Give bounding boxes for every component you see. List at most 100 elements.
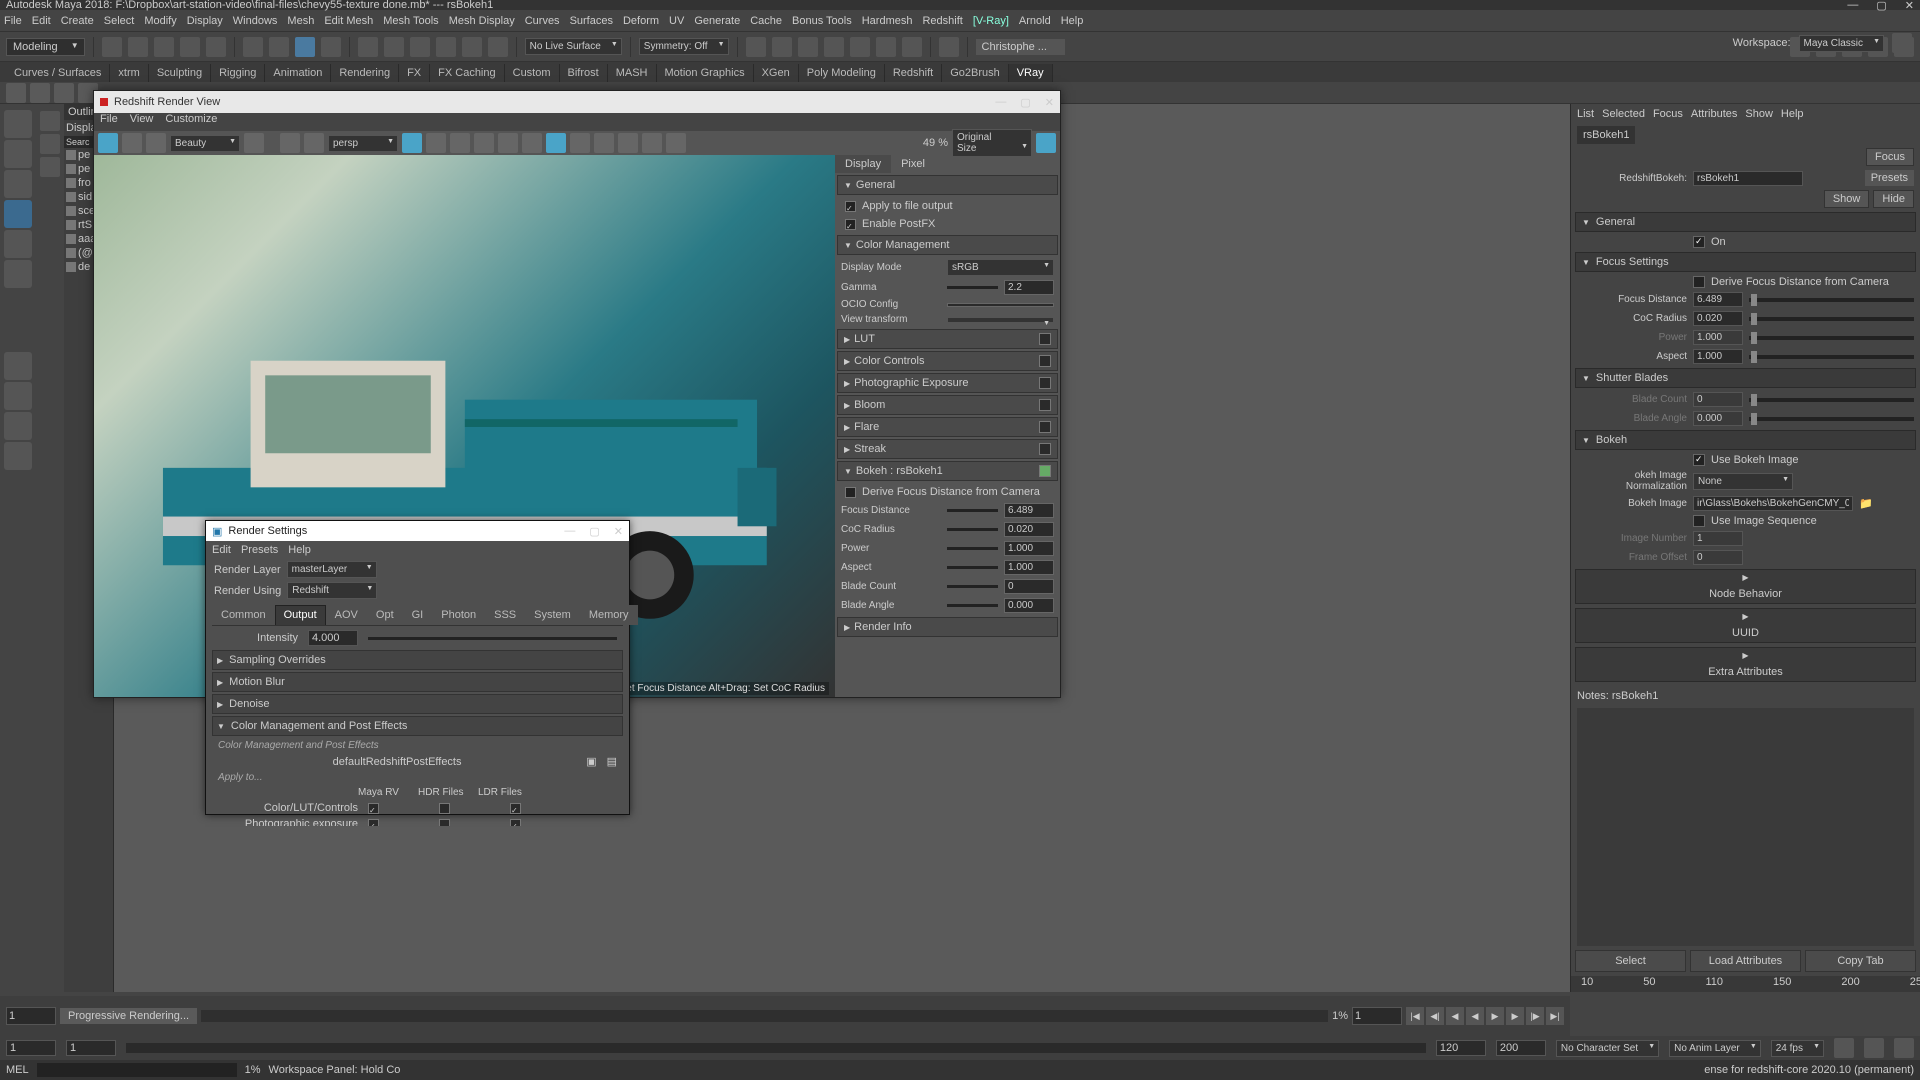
shelf-icon-1[interactable] <box>6 83 26 103</box>
play-back-icon[interactable]: ◀ <box>1466 1007 1484 1025</box>
layout-two-icon[interactable] <box>4 412 32 440</box>
rs-edit[interactable]: Edit <box>212 544 231 556</box>
sel-icon-4[interactable] <box>321 37 341 57</box>
rv-apply-file-ck[interactable] <box>845 201 856 212</box>
ae-fd-input[interactable] <box>1693 292 1743 307</box>
snap-curve-icon[interactable] <box>384 37 404 57</box>
rv-sec-pe[interactable]: Photographic Exposure <box>837 373 1058 393</box>
layout-four-icon[interactable] <box>4 382 32 410</box>
ae-nodename-input[interactable] <box>1693 171 1803 186</box>
shelf-render[interactable]: Rendering <box>331 64 399 82</box>
rs-end[interactable] <box>1496 1040 1546 1056</box>
ae-attributes[interactable]: Attributes <box>1691 108 1737 120</box>
rs-max-icon[interactable]: ▢ <box>589 525 599 538</box>
ae-asp-slider[interactable] <box>1749 355 1914 359</box>
rv-ocio-v[interactable] <box>947 303 1054 307</box>
rv-ba-slider[interactable] <box>947 604 998 607</box>
shelf-anim[interactable]: Animation <box>265 64 331 82</box>
shelf-fxc[interactable]: FX Caching <box>430 64 504 82</box>
render-set-icon[interactable] <box>798 37 818 57</box>
ae-asp-input[interactable] <box>1693 349 1743 364</box>
render-icon[interactable] <box>746 37 766 57</box>
rv-grid2-icon[interactable] <box>450 133 470 153</box>
menu-meshdisplay[interactable]: Mesh Display <box>449 15 515 27</box>
rv-size-dd[interactable]: Original Size <box>952 129 1032 157</box>
symmetry-dd[interactable]: Symmetry: Off <box>639 38 729 55</box>
menu-surfaces[interactable]: Surfaces <box>570 15 613 27</box>
rotate-tool-icon[interactable] <box>4 200 32 228</box>
menu-hardmesh[interactable]: Hardmesh <box>862 15 913 27</box>
rv-bc-slider[interactable] <box>947 585 998 588</box>
rs-presets[interactable]: Presets <box>241 544 278 556</box>
rs-map-icon[interactable]: ▣ <box>586 755 596 768</box>
shelf-bifrost[interactable]: Bifrost <box>560 64 608 82</box>
shelf-curves[interactable]: Curves / Surfaces <box>6 64 110 82</box>
mel-label[interactable]: MEL <box>6 1064 29 1076</box>
rv-fd-slider[interactable] <box>947 509 998 512</box>
rs-start[interactable] <box>6 1040 56 1056</box>
rv-grid-icon[interactable] <box>280 133 300 153</box>
ae-help[interactable]: Help <box>1781 108 1804 120</box>
rs-r2-c1[interactable] <box>368 819 379 827</box>
snap-plane-icon[interactable] <box>436 37 456 57</box>
sel-obj-icon[interactable] <box>243 37 263 57</box>
rs-tab-opt[interactable]: Opt <box>367 605 403 625</box>
ae-norm-dd[interactable]: None <box>1693 473 1793 490</box>
rv-tab-pixel[interactable]: Pixel <box>891 155 935 173</box>
shelf-fx[interactable]: FX <box>399 64 430 82</box>
snap-view-icon[interactable] <box>462 37 482 57</box>
ae-hide-btn[interactable]: Hide <box>1873 190 1914 208</box>
user-badge[interactable]: Christophe ... <box>976 39 1065 55</box>
render-layer-icon[interactable] <box>850 37 870 57</box>
shelf-redshift[interactable]: Redshift <box>885 64 942 82</box>
rv-bc-v[interactable]: 0 <box>1004 579 1054 594</box>
menu-cache[interactable]: Cache <box>750 15 782 27</box>
ae-show[interactable]: Show <box>1745 108 1773 120</box>
rv-channel-dd[interactable]: Beauty <box>170 135 240 152</box>
rv-vt-dd[interactable] <box>947 317 1054 323</box>
ae-uis-check[interactable] <box>1693 515 1705 527</box>
rv-camera-dd[interactable]: persp <box>328 135 398 152</box>
rv-sec-cm[interactable]: Color Management <box>837 235 1058 255</box>
ae-select-btn[interactable]: Select <box>1575 950 1686 972</box>
render-globals-icon[interactable] <box>824 37 844 57</box>
animlayer-dd[interactable]: No Anim Layer <box>1669 1040 1761 1057</box>
ae-coc-input[interactable] <box>1693 311 1743 326</box>
rv-file[interactable]: File <box>100 113 118 131</box>
rv-wand-icon[interactable] <box>594 133 614 153</box>
rv-target-icon[interactable] <box>522 133 542 153</box>
menu-create[interactable]: Create <box>61 15 94 27</box>
workspace-icon[interactable] <box>1892 33 1912 53</box>
rv-postfx-ck[interactable] <box>845 219 856 230</box>
rv-view[interactable]: View <box>130 113 154 131</box>
ae-sec-general[interactable]: General <box>1575 212 1916 232</box>
rv-lock-icon[interactable] <box>402 133 422 153</box>
ae-derive-check[interactable] <box>1693 276 1705 288</box>
rs-ru-dd[interactable]: Redshift <box>287 582 377 599</box>
rv-streak-toggle[interactable] <box>1039 443 1051 455</box>
layout-outliner-icon[interactable] <box>4 442 32 470</box>
rv-close-icon[interactable]: ✕ <box>1045 96 1054 109</box>
rv-gamma-v[interactable]: 2.2 <box>1004 280 1054 295</box>
menu-windows[interactable]: Windows <box>233 15 278 27</box>
rs-tab-photon[interactable]: Photon <box>432 605 485 625</box>
rv-coc-slider[interactable] <box>947 528 998 531</box>
rv-bloom-toggle[interactable] <box>1039 399 1051 411</box>
select-tool-icon[interactable] <box>4 110 32 138</box>
ae-focus[interactable]: Focus <box>1653 108 1683 120</box>
rv-sec-flare[interactable]: Flare <box>837 417 1058 437</box>
rv-coc-v[interactable]: 0.020 <box>1004 522 1054 537</box>
snap-live-icon[interactable] <box>488 37 508 57</box>
scale-tool-icon[interactable] <box>4 230 32 258</box>
ae-focus-btn[interactable]: Focus <box>1866 148 1914 166</box>
rv-ipr-icon[interactable] <box>546 133 566 153</box>
rs-r2-c2[interactable] <box>439 819 450 827</box>
menu-meshtools[interactable]: Mesh Tools <box>383 15 438 27</box>
rv-bokeh-toggle[interactable] <box>1039 465 1051 477</box>
menu-bonustools[interactable]: Bonus Tools <box>792 15 852 27</box>
open-icon[interactable] <box>128 37 148 57</box>
rv-expand-icon[interactable] <box>570 133 590 153</box>
ipr-icon[interactable] <box>772 37 792 57</box>
shelf-rig[interactable]: Rigging <box>211 64 265 82</box>
rs-int-v[interactable] <box>308 630 358 646</box>
